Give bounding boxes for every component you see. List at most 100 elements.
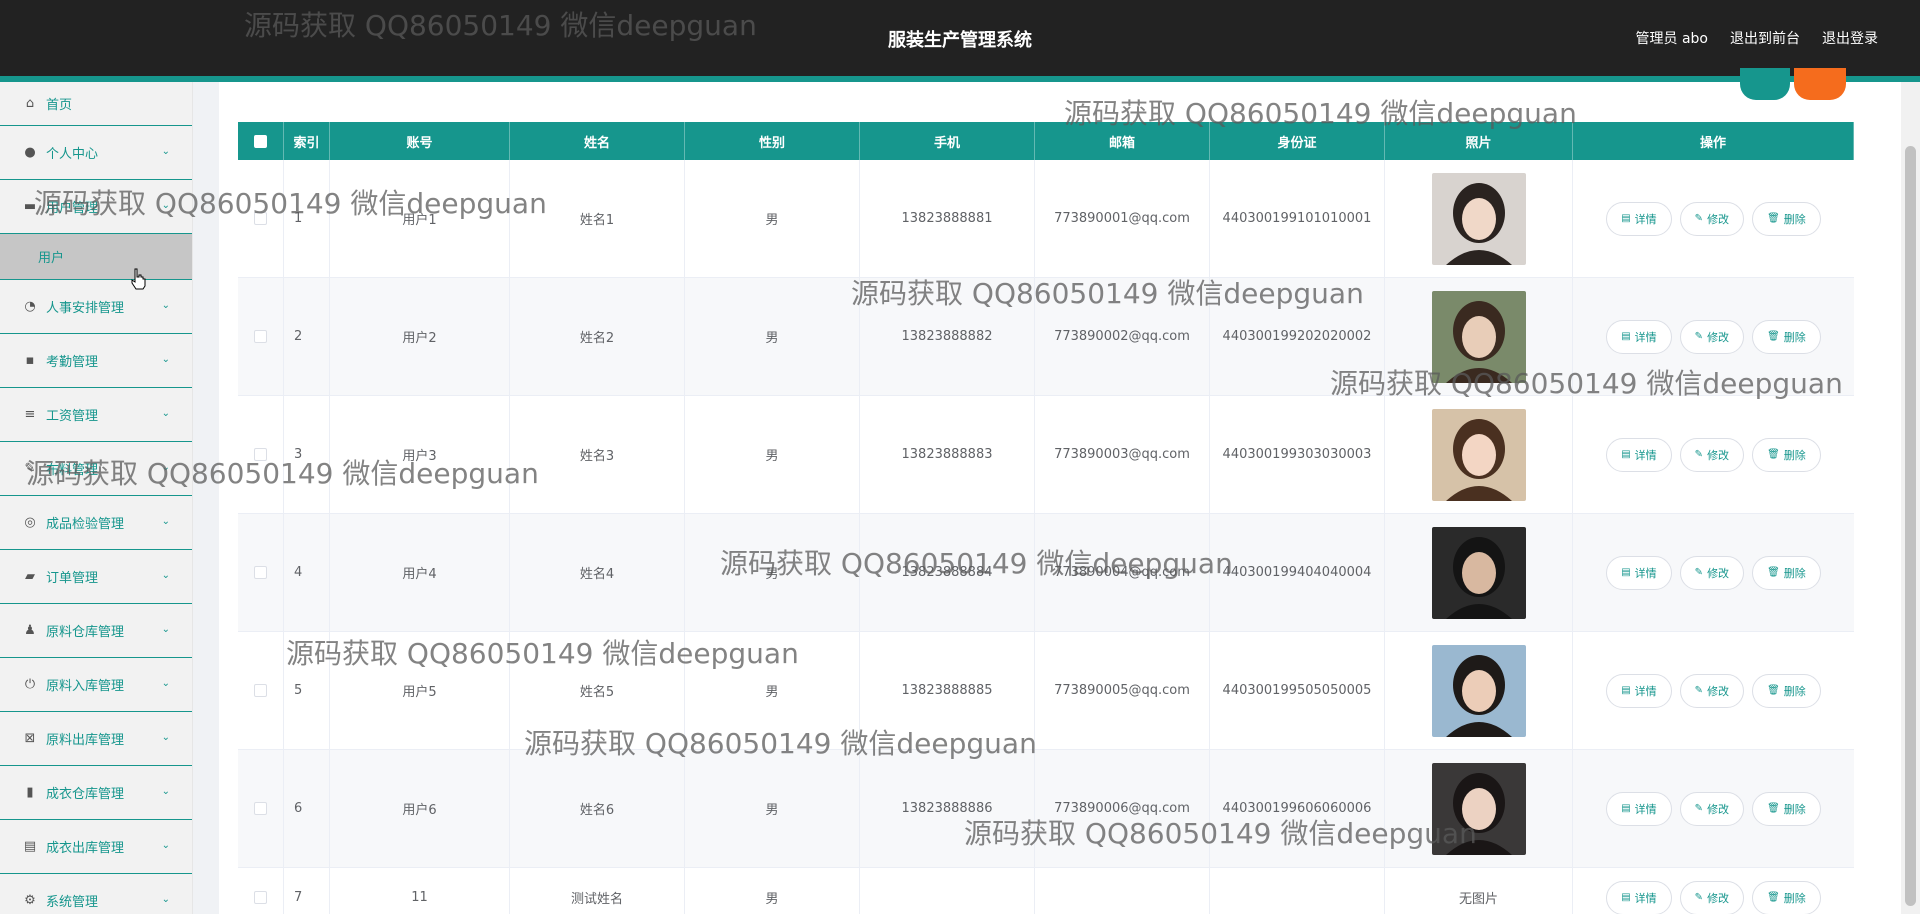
row-actions: ▤ 详情 ✎ 修改 🗑 删除 [1606, 319, 1821, 354]
cell-index: 5 [284, 632, 330, 749]
document-icon: ▤ [1621, 213, 1631, 224]
detail-button[interactable]: ▤ 详情 [1606, 673, 1672, 708]
sidebar-item-8[interactable]: ◎ 成品检验管理 ⌄ [0, 496, 192, 550]
sidebar-item-15[interactable]: ⚙ 系统管理 ⌄ [0, 874, 192, 914]
batch-delete-button[interactable] [1794, 68, 1846, 100]
edit-button[interactable]: ✎ 修改 [1679, 880, 1745, 914]
sidebar-item-12[interactable]: ⊠ 原料出库管理 ⌄ [0, 712, 192, 766]
cell-phone [860, 868, 1035, 914]
sidebar-item-label: 用户管理 [46, 201, 99, 216]
cell-account: 11 [330, 868, 510, 914]
sidebar-item-4[interactable]: ◔ 人事安排管理 ⌄ [0, 280, 192, 334]
header-select-all[interactable] [238, 122, 284, 160]
edit-button[interactable]: ✎ 修改 [1679, 791, 1745, 826]
select-all-checkbox[interactable] [254, 134, 267, 148]
sidebar-item-5[interactable]: ▪ 考勤管理 ⌄ [0, 334, 192, 388]
front-link[interactable]: 退出到前台 [1730, 28, 1800, 48]
user-photo [1431, 172, 1526, 265]
cell-gender: 男 [685, 396, 860, 513]
chevron-down-icon: ⌄ [161, 300, 170, 311]
header-name: 姓名 [510, 122, 685, 160]
sidebar-item-7[interactable]: ✎ 布料管理 ⌄ [0, 442, 192, 496]
table-row: 2 用户2 姓名2 男 13823888882 773890002@qq.com 44030… [238, 278, 1854, 396]
sidebar-item-13[interactable]: ▮ 成衣仓库管理 ⌄ [0, 766, 192, 820]
edit-button[interactable]: ✎ 修改 [1679, 673, 1745, 708]
scrollbar-thumb[interactable] [1905, 146, 1916, 906]
cell-id-card: 440300199505050005 [1210, 632, 1385, 749]
user-photo [1431, 644, 1526, 737]
sidebar-item-0[interactable]: ⌂ 首页 [0, 82, 192, 126]
detail-button[interactable]: ▤ 详情 [1606, 555, 1672, 590]
sidebar: ⌂ 首页 ● 个人中心 ⌄ ▬ 用户管理 ⌄ 用户 ◔ 人事安排管理 ⌄ ▪ 考勤管理 ⌄ ≡ 工资管理 ⌄ ✎ 布料… [0, 82, 193, 914]
cell-id-card: 440300199303030003 [1210, 396, 1385, 513]
cell-photo [1385, 278, 1573, 395]
cell-email: 773890004@qq.com [1035, 514, 1210, 631]
header-index: 索引 [284, 122, 330, 160]
edit-button[interactable]: ✎ 修改 [1679, 319, 1745, 354]
delete-button[interactable]: 🗑 删除 [1752, 880, 1821, 914]
row-select-cell [238, 868, 284, 914]
detail-button[interactable]: ▤ 详情 [1606, 437, 1672, 472]
detail-button-label: 详情 [1634, 802, 1657, 816]
sidebar-item-11[interactable]: ⏻ 原料入库管理 ⌄ [0, 658, 192, 712]
sidebar-subitem-user[interactable]: 用户 [0, 234, 192, 280]
delete-button[interactable]: 🗑 删除 [1752, 791, 1821, 826]
row-checkbox[interactable] [254, 448, 267, 461]
delete-button[interactable]: 🗑 删除 [1752, 437, 1821, 472]
edit-button[interactable]: ✎ 修改 [1679, 437, 1745, 472]
delete-button-label: 删除 [1783, 566, 1806, 580]
sidebar-item-2[interactable]: ▬ 用户管理 ⌄ [0, 180, 192, 234]
cell-id-card: 440300199404040004 [1210, 514, 1385, 631]
delete-button[interactable]: 🗑 删除 [1752, 319, 1821, 354]
sidebar-item-10[interactable]: ♟ 原料仓库管理 ⌄ [0, 604, 192, 658]
row-checkbox[interactable] [254, 566, 267, 579]
cell-email [1035, 868, 1210, 914]
detail-button[interactable]: ▤ 详情 [1606, 791, 1672, 826]
delete-button[interactable]: 🗑 删除 [1752, 555, 1821, 590]
cell-gender: 男 [685, 514, 860, 631]
edit-button[interactable]: ✎ 修改 [1679, 555, 1745, 590]
sidebar-item-label: 系统管理 [46, 895, 99, 910]
user-photo [1431, 408, 1526, 501]
header-id-card: 身份证 [1210, 122, 1385, 160]
chevron-down-icon: ⌄ [161, 408, 170, 419]
cell-gender: 男 [685, 750, 860, 867]
sidebar-item-1[interactable]: ● 个人中心 ⌄ [0, 126, 192, 180]
header-actions: 操作 [1573, 122, 1854, 160]
row-actions: ▤ 详情 ✎ 修改 🗑 删除 [1606, 437, 1821, 472]
detail-button[interactable]: ▤ 详情 [1606, 201, 1672, 236]
edit-button[interactable]: ✎ 修改 [1679, 201, 1745, 236]
edit-button-label: 修改 [1707, 212, 1730, 226]
header-account: 账号 [330, 122, 510, 160]
row-checkbox[interactable] [254, 684, 267, 697]
cell-index: 3 [284, 396, 330, 513]
detail-button[interactable]: ▤ 详情 [1606, 319, 1672, 354]
row-checkbox[interactable] [254, 891, 267, 904]
trash-icon: 🗑 [1767, 449, 1780, 460]
user-photo [1431, 290, 1526, 383]
sidebar-item-9[interactable]: ▰ 订单管理 ⌄ [0, 550, 192, 604]
detail-button[interactable]: ▤ 详情 [1606, 880, 1672, 914]
table-row: 4 用户4 姓名4 男 13823888884 773890004@qq.com 44030… [238, 514, 1854, 632]
row-checkbox[interactable] [254, 212, 267, 225]
chart-icon: ▮ [26, 785, 34, 800]
trash-icon: 🗑 [1767, 685, 1780, 696]
user-photo [1431, 526, 1526, 619]
add-button[interactable] [1740, 68, 1790, 100]
power-icon: ⏻ [24, 677, 36, 692]
row-checkbox[interactable] [254, 330, 267, 343]
row-checkbox[interactable] [254, 802, 267, 815]
chevron-down-icon: ⌄ [161, 786, 170, 797]
trash-icon: 🗑 [1767, 803, 1780, 814]
user-table: 索引 账号 姓名 性别 手机 邮箱 身份证 照片 操作 1 用户1 姓名1 男 1382… [238, 122, 1854, 914]
sidebar-item-6[interactable]: ≡ 工资管理 ⌄ [0, 388, 192, 442]
row-select-cell [238, 396, 284, 513]
delete-button[interactable]: 🗑 删除 [1752, 201, 1821, 236]
page-scrollbar[interactable] [1901, 82, 1920, 914]
logout-link[interactable]: 退出登录 [1822, 28, 1878, 48]
cell-actions: ▤ 详情 ✎ 修改 🗑 删除 [1573, 632, 1854, 749]
detail-button-label: 详情 [1634, 448, 1657, 462]
sidebar-item-label: 工资管理 [46, 409, 99, 424]
delete-button[interactable]: 🗑 删除 [1752, 673, 1821, 708]
sidebar-item-14[interactable]: ▤ 成衣出库管理 ⌄ [0, 820, 192, 874]
